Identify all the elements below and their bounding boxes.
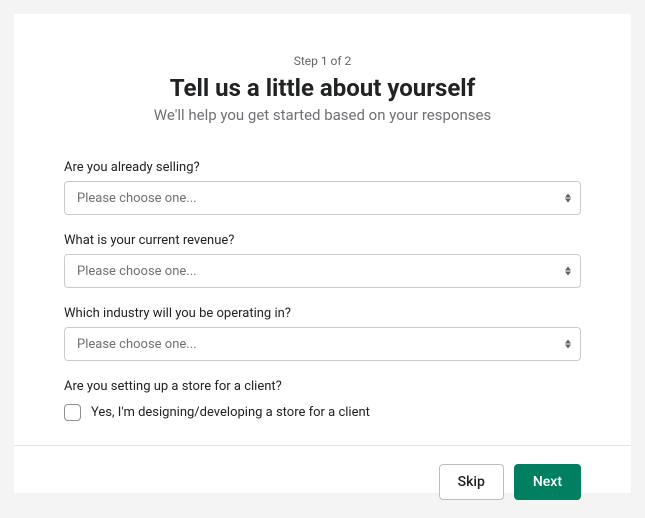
skip-button[interactable]: Skip	[439, 464, 504, 500]
form-group-selling: Are you already selling? Please choose o…	[64, 160, 581, 215]
client-label: Are you setting up a store for a client?	[64, 379, 581, 394]
page-subtitle: We'll help you get started based on your…	[64, 106, 581, 124]
onboarding-card: Step 1 of 2 Tell us a little about yours…	[14, 14, 631, 493]
form-group-industry: Which industry will you be operating in?…	[64, 306, 581, 361]
revenue-select-wrap: Please choose one...	[64, 254, 581, 288]
form-group-client: Are you setting up a store for a client?…	[64, 379, 581, 421]
industry-select[interactable]: Please choose one...	[64, 327, 581, 361]
footer: Skip Next	[14, 446, 631, 518]
client-checkbox-row: Yes, I'm designing/developing a store fo…	[64, 404, 581, 421]
selling-select-wrap: Please choose one...	[64, 181, 581, 215]
next-button[interactable]: Next	[514, 464, 581, 500]
selling-label: Are you already selling?	[64, 160, 581, 175]
page-title: Tell us a little about yourself	[64, 74, 581, 102]
industry-label: Which industry will you be operating in?	[64, 306, 581, 321]
client-checkbox-label[interactable]: Yes, I'm designing/developing a store fo…	[91, 405, 370, 420]
industry-select-wrap: Please choose one...	[64, 327, 581, 361]
content-area: Step 1 of 2 Tell us a little about yours…	[14, 14, 631, 446]
step-indicator: Step 1 of 2	[64, 54, 581, 68]
client-checkbox[interactable]	[64, 404, 81, 421]
revenue-label: What is your current revenue?	[64, 233, 581, 248]
revenue-select[interactable]: Please choose one...	[64, 254, 581, 288]
header: Step 1 of 2 Tell us a little about yours…	[64, 54, 581, 124]
form-group-revenue: What is your current revenue? Please cho…	[64, 233, 581, 288]
selling-select[interactable]: Please choose one...	[64, 181, 581, 215]
